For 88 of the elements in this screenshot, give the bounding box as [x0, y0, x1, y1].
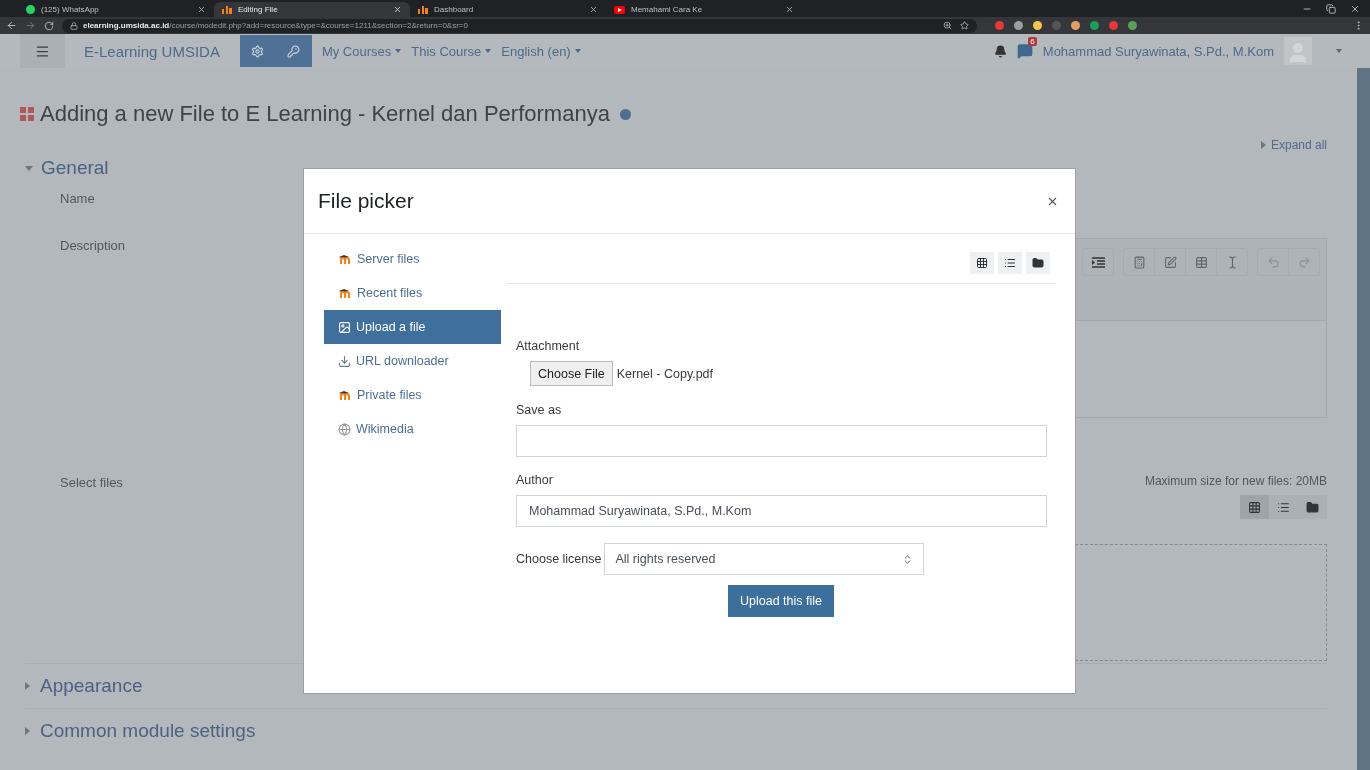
extension-icon[interactable]	[1071, 21, 1080, 30]
browser-tab[interactable]: Dashboard	[410, 2, 606, 17]
folder-icon	[1032, 256, 1044, 269]
address-bar[interactable]: elearning.umsida.ac.id/course/modedit.php?add=resource&type=&course=1211&section=2&return=0&sr=0	[62, 18, 977, 33]
close-icon	[197, 5, 206, 14]
extension-icon[interactable]	[1014, 21, 1023, 30]
page-title: Adding a new File to E Learning - Kernel dan Performanya	[40, 101, 610, 127]
menu-icon	[35, 43, 50, 59]
close-icon	[785, 5, 794, 14]
list-view-button[interactable]	[998, 251, 1022, 274]
table-icon	[1194, 255, 1208, 269]
zoom-icon[interactable]	[943, 21, 952, 30]
graduation-cap-icon	[338, 287, 352, 299]
calculator-icon	[1132, 255, 1146, 269]
section-header[interactable]: Appearance	[40, 675, 143, 697]
license-select[interactable]: All rights reserved	[604, 543, 925, 575]
repository-item[interactable]: Upload a file	[324, 310, 501, 344]
repository-item[interactable]: Recent files	[324, 276, 501, 310]
play-icon	[614, 5, 625, 14]
close-icon	[589, 5, 598, 14]
key-icon[interactable]	[287, 44, 301, 58]
dialog-title: File picker	[318, 189, 414, 213]
module-icon	[20, 107, 34, 121]
repository-item[interactable]: Private files	[324, 378, 501, 412]
user-name[interactable]: Mohammad Suryawinata, S.Pd., M.Kom	[1042, 43, 1274, 59]
extension-icon[interactable]	[1128, 21, 1137, 30]
close-icon	[393, 5, 402, 14]
repository-item[interactable]: Wikimedia	[324, 412, 501, 446]
extension-icon[interactable]	[1090, 21, 1099, 30]
download-icon	[338, 354, 351, 368]
message-count: 6	[1028, 37, 1037, 46]
expand-all-link[interactable]: Expand all	[1270, 138, 1327, 152]
grid-view-button[interactable]	[970, 251, 994, 274]
star-icon[interactable]	[960, 21, 969, 30]
choose-file-button[interactable]: Choose File	[530, 361, 613, 386]
bars-icon	[222, 5, 232, 14]
globe-icon	[338, 422, 351, 436]
author-label: Author	[516, 473, 554, 487]
avatar-placeholder	[1284, 37, 1312, 65]
back-icon[interactable]	[6, 20, 17, 31]
browser-tab[interactable]: (125) WhatsApp	[18, 2, 214, 17]
author-field[interactable]: Mohammad Suryawinata, S.Pd., M.Kom	[516, 495, 1047, 527]
redo-icon	[1297, 255, 1311, 269]
message-icon[interactable]	[1016, 43, 1033, 59]
browser-tab[interactable]: Memahami Cara Ke	[606, 2, 802, 17]
url-text: elearning.umsida.ac.id/course/modedit.php?add=resource&type=&course=1211&section=2&return=0&sr=0	[83, 21, 468, 30]
max-size-note: Maximum size for new files: 20MB	[1144, 474, 1327, 488]
nav-menu[interactable]: My Courses	[321, 43, 402, 59]
restore-icon[interactable]	[1326, 3, 1336, 14]
graduation-cap-icon	[338, 389, 352, 401]
repository-item[interactable]: URL downloader	[324, 344, 501, 378]
forward-icon[interactable]	[25, 20, 36, 31]
folder-icon	[1306, 500, 1319, 514]
graduation-cap-icon	[338, 253, 352, 265]
nav-menu[interactable]: English (en)	[501, 43, 581, 59]
license-label: Choose license	[516, 552, 602, 566]
bars-icon	[418, 5, 428, 14]
section-header[interactable]: Common module settings	[40, 720, 256, 742]
image-icon	[338, 320, 351, 334]
lock-icon	[70, 21, 78, 30]
repository-item[interactable]: Server files	[324, 242, 501, 276]
extension-icon[interactable]	[1033, 21, 1042, 30]
reload-icon[interactable]	[44, 20, 54, 31]
undo-icon	[1266, 255, 1280, 269]
menu-button[interactable]	[20, 34, 65, 68]
save-as-field[interactable]	[516, 425, 1047, 457]
browser-tab[interactable]: Editing File	[214, 2, 410, 17]
nav-menu[interactable]: This Course	[411, 43, 492, 59]
indent-icon	[1091, 256, 1105, 268]
bell-icon[interactable]	[993, 44, 1007, 58]
pen-icon	[1163, 255, 1177, 269]
grid-icon	[1248, 500, 1261, 514]
upload-button[interactable]: Upload this file	[728, 585, 834, 617]
gear-icon[interactable]	[251, 44, 265, 58]
list-icon	[1004, 256, 1016, 269]
field-label: Select files	[60, 475, 123, 490]
view-mode-button[interactable]	[1240, 495, 1269, 519]
section-header[interactable]: General	[41, 157, 109, 179]
grid-icon	[976, 256, 988, 269]
list-icon	[1277, 500, 1290, 514]
file-name: Kernel - Copy.pdf	[616, 366, 714, 381]
folder-view-button[interactable]	[1026, 251, 1050, 274]
attachment-label: Attachment	[516, 339, 581, 353]
close-icon[interactable]	[1350, 3, 1360, 14]
save-as-label: Save as	[516, 403, 563, 417]
field-label: Description	[60, 238, 126, 253]
site-brand[interactable]: E-Learning UMSIDA	[84, 42, 220, 60]
field-label: Name	[60, 191, 95, 206]
